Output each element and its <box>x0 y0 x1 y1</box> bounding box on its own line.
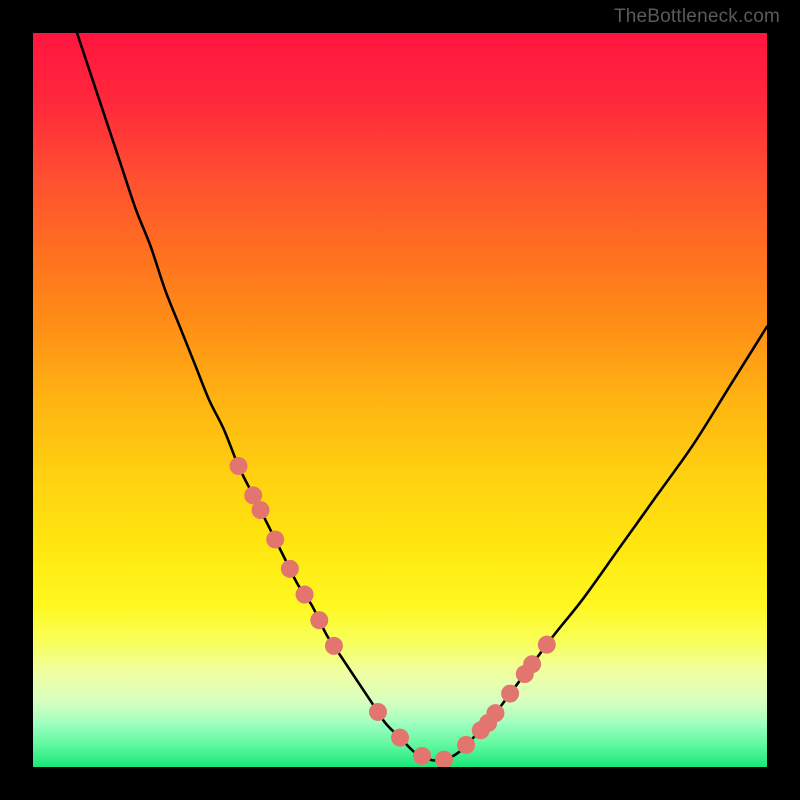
curve-marker <box>296 586 314 604</box>
curve-marker <box>310 611 328 629</box>
curve-marker <box>325 637 343 655</box>
curve-marker <box>457 736 475 754</box>
curve-marker <box>435 751 453 767</box>
curve-marker <box>523 655 541 673</box>
curve-marker <box>538 636 556 654</box>
curve-marker <box>391 729 409 747</box>
curve-marker <box>369 703 387 721</box>
curve-marker <box>230 457 248 475</box>
curve-marker <box>486 704 504 722</box>
bottleneck-curve-plot <box>33 33 767 767</box>
curve-marker <box>252 501 270 519</box>
watermark-text: TheBottleneck.com <box>614 6 780 28</box>
curve-marker <box>281 560 299 578</box>
curve-marker <box>413 747 431 765</box>
curve-marker <box>266 530 284 548</box>
curve-marker <box>501 685 519 703</box>
